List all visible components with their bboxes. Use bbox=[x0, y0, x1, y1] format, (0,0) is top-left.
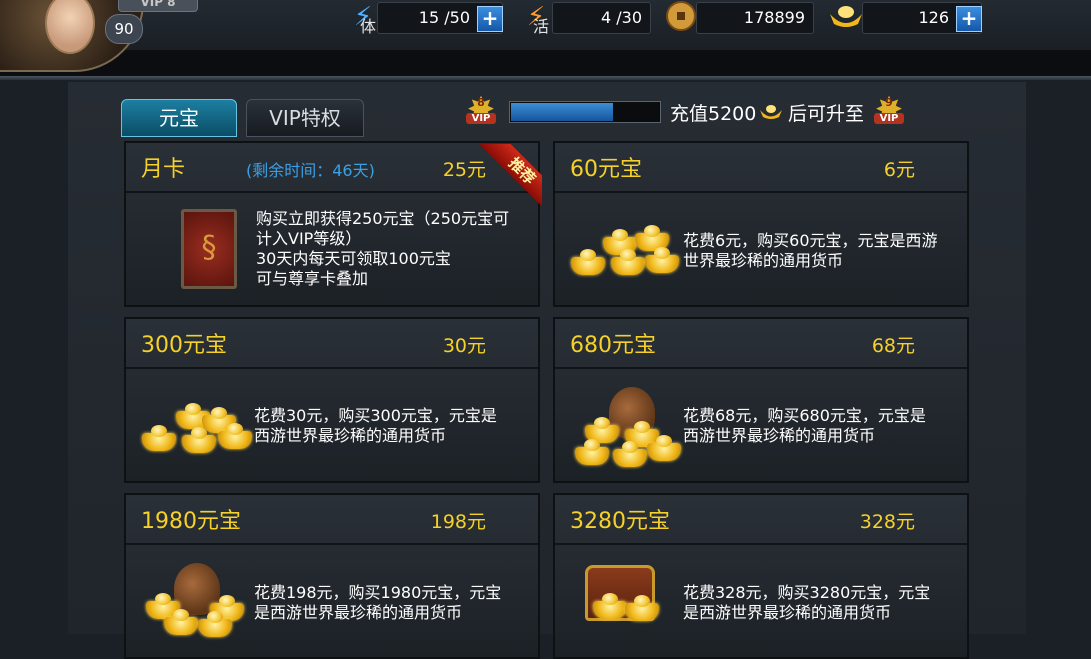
gold-ingots-icon bbox=[138, 401, 252, 461]
money-bag-icon bbox=[569, 385, 681, 475]
energy-value: 4 /30 bbox=[600, 8, 642, 27]
card-title: 60元宝 bbox=[570, 157, 642, 182]
card-price: 198元 bbox=[430, 511, 486, 533]
card-divider bbox=[126, 543, 538, 545]
energy-display: 4 /30 bbox=[552, 2, 651, 34]
shop-card-680[interactable]: 680元宝 68元 花费68元，购买680元宝，元宝是 西游世界最珍稀的通用货币 bbox=[553, 317, 969, 483]
card-price: 30元 bbox=[442, 335, 486, 357]
card-description: 购买立即获得250元宝（250元宝可 计入VIP等级） 30天内每天可领取100… bbox=[256, 209, 510, 288]
add-stamina-button[interactable]: + bbox=[477, 6, 503, 32]
frame-edge bbox=[0, 76, 1091, 80]
card-divider bbox=[126, 367, 538, 369]
card-title: 1980元宝 bbox=[141, 509, 241, 534]
coins-display: 178899 bbox=[696, 2, 814, 34]
gold-ingot-icon bbox=[828, 0, 862, 34]
card-divider bbox=[555, 367, 967, 369]
card-remaining-time: (剩余时间：46天) bbox=[246, 161, 375, 180]
card-title: 3280元宝 bbox=[570, 509, 670, 534]
card-description: 花费198元，购买1980元宝，元宝 是西游世界最珍稀的通用货币 bbox=[254, 583, 502, 622]
card-description: 花费328元，购买3280元宝，元宝 是西游世界最珍稀的通用货币 bbox=[683, 583, 931, 622]
vip-upgrade-text: 后可升至 bbox=[788, 103, 865, 125]
card-divider bbox=[555, 543, 967, 545]
player-avatar-area[interactable]: VIP 8 90 bbox=[0, 0, 200, 72]
card-price: 68元 bbox=[871, 335, 915, 357]
tab-vip-privilege[interactable]: VIP特权 bbox=[246, 99, 364, 137]
card-description: 花费30元，购买300元宝，元宝是 西游世界最珍稀的通用货币 bbox=[254, 406, 497, 445]
card-price: 6元 bbox=[883, 159, 915, 181]
card-title: 300元宝 bbox=[141, 333, 227, 358]
shop-card-300[interactable]: 300元宝 30元 花费30元，购买300元宝，元宝是 西游世界最珍稀的通用货币 bbox=[124, 317, 540, 483]
money-bag-icon bbox=[140, 561, 250, 651]
card-book-icon: § bbox=[181, 209, 237, 289]
card-description: 花费6元，购买60元宝，元宝是西游 世界最珍稀的通用货币 bbox=[683, 231, 938, 270]
shop-card-60[interactable]: 60元宝 6元 花费6元，购买60元宝，元宝是西游 世界最珍稀的通用货币 bbox=[553, 141, 969, 307]
gold-ingots-icon bbox=[569, 213, 679, 283]
gold-ingot-icon bbox=[759, 101, 783, 126]
card-price: 328元 bbox=[859, 511, 915, 533]
card-title: 680元宝 bbox=[570, 333, 656, 358]
ingots-value: 126 bbox=[918, 8, 949, 27]
vip-progress-fill bbox=[511, 103, 614, 121]
shop-card-3280[interactable]: 3280元宝 328元 花费328元，购买3280元宝，元宝 是西游世界最珍稀的… bbox=[553, 493, 969, 659]
card-description: 花费68元，购买680元宝，元宝是 西游世界最珍稀的通用货币 bbox=[683, 406, 926, 445]
vip-current-icon: ✸ 8 VIP bbox=[466, 90, 496, 130]
tab-yuanbao[interactable]: 元宝 bbox=[121, 99, 237, 137]
coin-icon bbox=[664, 0, 698, 34]
stamina-display: 15 /50 + bbox=[377, 2, 503, 34]
shop-card-1980[interactable]: 1980元宝 198元 花费198元，购买1980元宝，元宝 是西游世界最珍稀的… bbox=[124, 493, 540, 659]
add-ingots-button[interactable]: + bbox=[956, 6, 982, 32]
ingots-display: 126 + bbox=[862, 2, 982, 34]
vip-badge: VIP 8 bbox=[118, 0, 198, 12]
lightning-icon: ⚡ 体 bbox=[353, 2, 377, 36]
coins-value: 178899 bbox=[743, 8, 805, 27]
player-level: 90 bbox=[105, 14, 143, 44]
lightning-icon: ⚡ 活 bbox=[526, 2, 550, 36]
treasure-chest-icon bbox=[581, 561, 691, 651]
card-divider bbox=[555, 191, 967, 193]
stamina-value: 15 /50 bbox=[418, 8, 470, 27]
card-title: 月卡 bbox=[141, 157, 186, 182]
recommend-ribbon: 推荐 bbox=[472, 144, 542, 214]
vip-progress-bar bbox=[509, 101, 661, 123]
vip-progress-text: 充值5200 bbox=[670, 103, 757, 125]
vip-next-icon: ✸ 9 VIP bbox=[874, 90, 904, 130]
